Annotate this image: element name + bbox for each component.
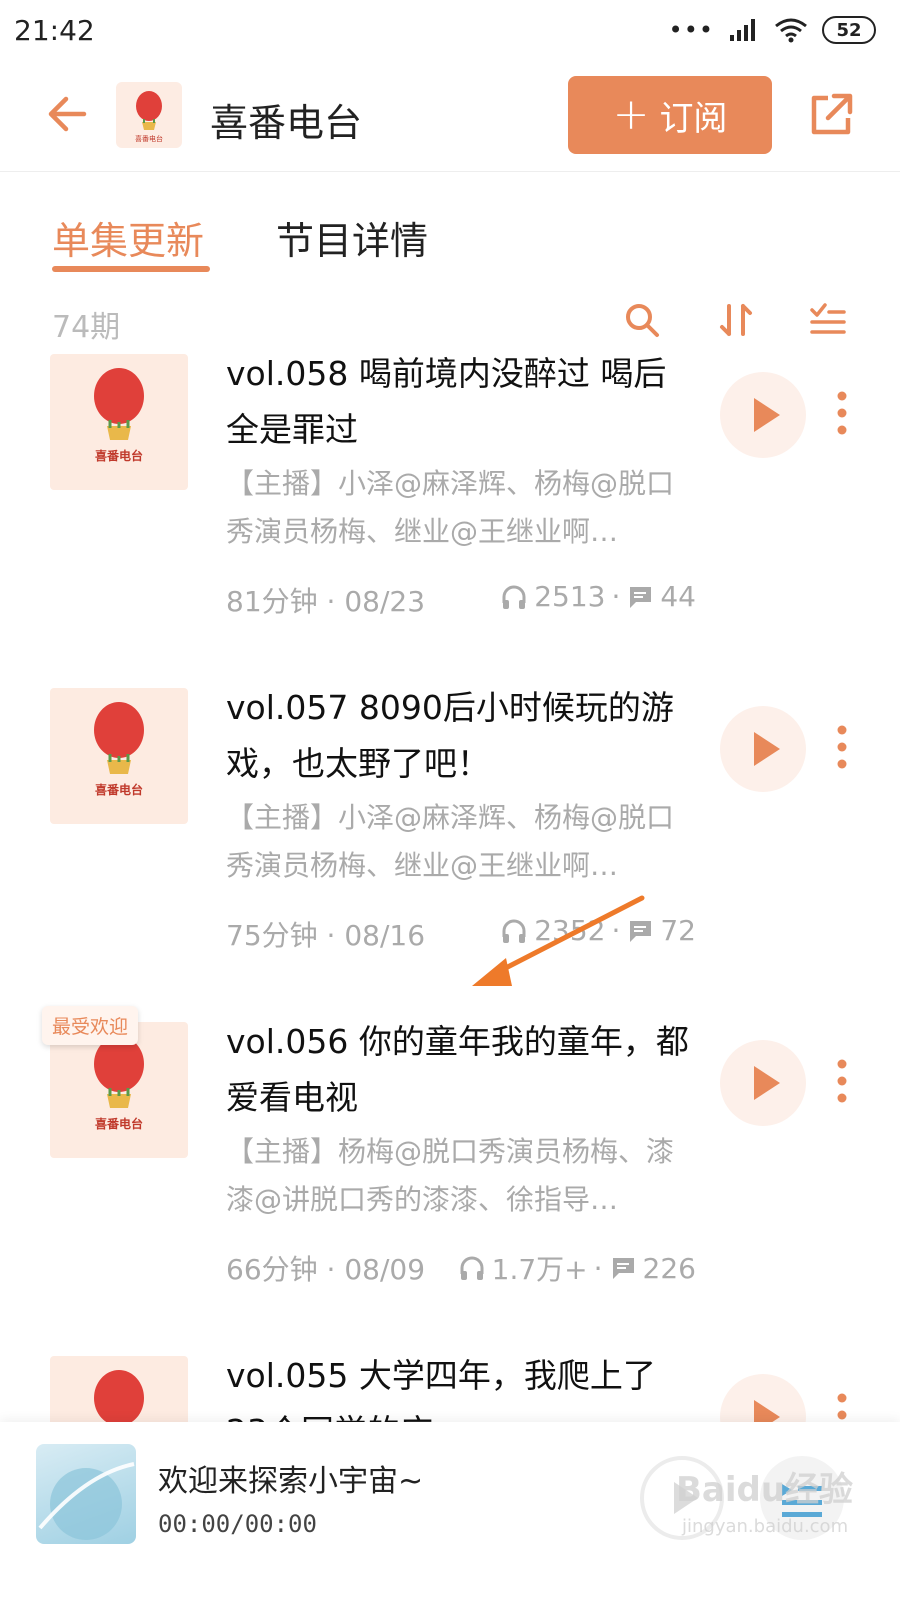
episode-cover: 喜番电台 bbox=[50, 688, 188, 824]
episode-title[interactable]: vol.056 你的童年我的童年，都爱看电视 bbox=[226, 1014, 696, 1126]
episode-count: 74期 bbox=[52, 310, 121, 345]
episode-list[interactable]: 喜番电台 vol.058 喝前境内没醉过 喝后全是罪过【主播】小泽@麻泽辉、杨梅@… bbox=[0, 354, 900, 1446]
watermark-url: jingyan.baidu.com bbox=[682, 1516, 849, 1537]
tab-episode-updates[interactable]: 单集更新 bbox=[52, 210, 204, 265]
filter-list-icon[interactable] bbox=[808, 300, 848, 340]
back-arrow-icon[interactable] bbox=[44, 90, 92, 138]
player-title: 欢迎来探索小宇宙~ bbox=[158, 1464, 424, 1499]
logo-text: 喜番电台 bbox=[95, 782, 143, 797]
episode-description: 【主播】杨梅@脱口秀演员杨梅、漆漆@讲脱口秀的漆漆、徐指导… bbox=[226, 1135, 675, 1216]
tab-program-details[interactable]: 节目详情 bbox=[276, 210, 428, 265]
play-count: 2513 bbox=[534, 580, 606, 613]
subscribe-button[interactable]: + 订阅 bbox=[568, 76, 772, 154]
status-icons: ••• 52 bbox=[669, 16, 876, 44]
episode-description: 【主播】小泽@麻泽辉、杨梅@脱口秀演员杨梅、继业@王继业啊… bbox=[226, 801, 675, 882]
player-time: 00:00/00:00 bbox=[158, 1510, 317, 1538]
play-icon bbox=[754, 398, 780, 432]
headphones-icon bbox=[460, 1256, 484, 1280]
plus-icon: + bbox=[612, 89, 650, 140]
comment-count: 72 bbox=[660, 914, 696, 947]
episode-play-button[interactable] bbox=[720, 372, 806, 458]
episode-item[interactable]: 喜番电台 最受欢迎 vol.056 你的童年我的童年，都爱看电视【主播】杨梅@脱口秀… bbox=[0, 1006, 900, 1342]
episode-item[interactable]: 喜番电台 vol.057 8090后小时候玩的游戏，也太野了吧！ 【主播】小泽@麻泽… bbox=[0, 688, 900, 1008]
play-icon bbox=[754, 732, 780, 766]
comment-icon bbox=[629, 586, 652, 608]
list-toolbar: 74期 bbox=[0, 292, 900, 352]
header: 喜番电台 喜番电台 + 订阅 bbox=[0, 64, 900, 172]
separator: · bbox=[611, 580, 621, 613]
status-bar: 21:42 ••• 52 bbox=[0, 0, 900, 64]
episode-duration-date: 66分钟 · 08/09 bbox=[226, 1253, 426, 1286]
share-icon[interactable] bbox=[806, 90, 856, 140]
episode-meta: 81分钟 · 08/23 2513 · 44 bbox=[226, 580, 696, 620]
active-tab-indicator bbox=[52, 266, 210, 272]
episode-play-button[interactable] bbox=[720, 1040, 806, 1126]
episode-duration-date: 81分钟 · 08/23 bbox=[226, 585, 426, 618]
episode-description: 【主播】小泽@麻泽辉、杨梅@脱口秀演员杨梅、继业@王继业啊… bbox=[226, 467, 675, 548]
cellular-signal-icon bbox=[730, 19, 755, 41]
planet-icon bbox=[38, 1462, 135, 1540]
separator: · bbox=[593, 1251, 603, 1285]
comment-count: 226 bbox=[642, 1251, 696, 1285]
episode-cover: 喜番电台 bbox=[50, 354, 188, 490]
headphones-icon bbox=[502, 585, 526, 609]
episode-play-button[interactable] bbox=[720, 706, 806, 792]
play-icon bbox=[754, 1066, 780, 1100]
play-count: 1.7万+ bbox=[491, 1253, 588, 1286]
player-cover-art bbox=[36, 1444, 136, 1544]
episode-duration-date: 75分钟 · 08/16 bbox=[226, 919, 426, 952]
tab-bar: 单集更新 节目详情 bbox=[0, 196, 900, 276]
wifi-icon bbox=[775, 18, 807, 43]
more-vertical-icon[interactable] bbox=[836, 724, 848, 770]
podcast-logo: 喜番电台 bbox=[116, 82, 182, 148]
more-vertical-icon[interactable] bbox=[836, 390, 848, 436]
balloon-logo-icon: 喜番电台 bbox=[94, 702, 144, 797]
logo-text: 喜番电台 bbox=[135, 134, 163, 143]
episode-stats: 2513 · 44 bbox=[500, 580, 696, 613]
signal-dots: ••• bbox=[668, 16, 714, 44]
logo-text: 喜番电台 bbox=[95, 1116, 143, 1131]
annotation-arrow-icon bbox=[472, 895, 645, 986]
app-screen: 21:42 ••• 52 喜番电台 喜番电台 + 订阅 单集更新 节目详情 74… bbox=[0, 0, 900, 1600]
balloon-logo-icon: 喜番电台 bbox=[94, 368, 144, 463]
baidu-watermark: Baidu经验 jingyan.baidu.com bbox=[676, 1452, 876, 1552]
episode-title[interactable]: vol.057 8090后小时候玩的游戏，也太野了吧！ bbox=[226, 680, 696, 792]
search-icon[interactable] bbox=[622, 300, 662, 340]
episode-title[interactable]: vol.058 喝前境内没醉过 喝后全是罪过 bbox=[226, 354, 696, 458]
balloon-logo-icon: 喜番电台 bbox=[135, 91, 163, 143]
comment-count: 44 bbox=[660, 580, 696, 613]
page-title: 喜番电台 bbox=[210, 101, 363, 145]
status-time: 21:42 bbox=[14, 14, 95, 47]
episode-meta: 66分钟 · 08/09 1.7万+ · 226 bbox=[226, 1248, 696, 1288]
episode-stats: 1.7万+ · 226 bbox=[458, 1248, 696, 1288]
sort-icon[interactable] bbox=[716, 300, 756, 340]
logo-text: 喜番电台 bbox=[95, 448, 143, 463]
comment-icon bbox=[611, 1258, 634, 1279]
episode-item[interactable]: 喜番电台 vol.058 喝前境内没醉过 喝后全是罪过【主播】小泽@麻泽辉、杨梅@… bbox=[0, 354, 900, 674]
more-vertical-icon[interactable] bbox=[836, 1058, 848, 1104]
popular-badge: 最受欢迎 bbox=[42, 1006, 139, 1045]
battery-icon: 52 bbox=[822, 16, 876, 44]
subscribe-label: 订阅 bbox=[659, 98, 728, 139]
watermark-brand: Baidu经验 bbox=[676, 1470, 854, 1510]
mini-player[interactable]: 欢迎来探索小宇宙~ 00:00/00:00 Baidu经验 jingyan.ba… bbox=[0, 1422, 900, 1600]
